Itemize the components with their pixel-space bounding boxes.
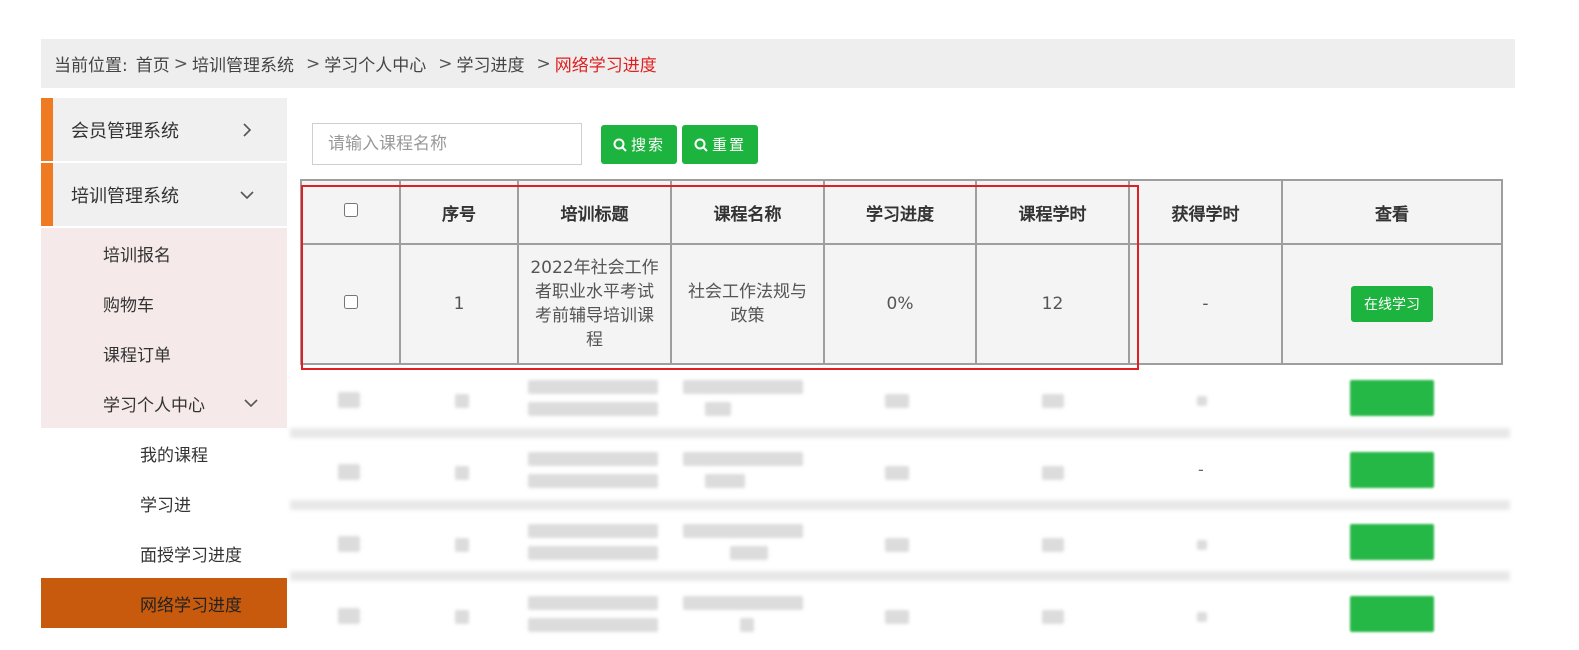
header-earned-hours: 获得学时 [1128, 179, 1283, 245]
row-checkbox[interactable] [343, 295, 358, 309]
breadcrumb-training[interactable]: 培训管理系统 [192, 51, 294, 76]
row-progress: 0% [823, 243, 977, 365]
personal-center-submenu: 我的课程 学习进 面授学习进度 网络学习进度 [41, 428, 287, 628]
row-view-cell: 在线学习 [1281, 243, 1503, 365]
sidebar-item-offline-progress[interactable]: 面授学习进度 [41, 528, 287, 578]
sidebar-item-my-courses[interactable]: 我的课程 [41, 428, 287, 478]
header-view: 查看 [1281, 179, 1503, 245]
select-all-checkbox[interactable] [343, 203, 358, 217]
breadcrumb-current: 网络学习进度 [554, 56, 657, 76]
search-button[interactable]: 搜索 [601, 125, 677, 164]
row-index: 1 [399, 243, 519, 365]
breadcrumb: 当前位置: 首页 > 培训管理系统 > 学习个人中心 > 学习进度 > 网络学习… [41, 39, 1515, 88]
sidebar-item-label: 购物车 [103, 295, 154, 316]
sidebar-item-label: 培训管理系统 [71, 185, 179, 207]
chevron-down-icon [243, 395, 259, 411]
breadcrumb-sep: > [438, 53, 453, 74]
sidebar-item-label: 学习个人中心 [103, 395, 205, 416]
row-course-name: 社会工作法规与政策 [670, 243, 825, 365]
breadcrumb-home[interactable]: 首页 [136, 51, 170, 76]
sidebar: 会员管理系统 培训管理系统 培训报名 购物车 课程订单 学习个人中心 我的课程 … [41, 98, 287, 628]
breadcrumb-progress[interactable]: 学习进度 [456, 51, 524, 76]
chevron-down-icon [239, 187, 255, 203]
breadcrumb-sep: > [536, 53, 551, 74]
breadcrumb-sep: > [173, 53, 188, 74]
sidebar-item-online-progress[interactable]: 网络学习进度 [41, 578, 287, 628]
blurred-row [300, 588, 1500, 650]
blurred-rows: - [290, 366, 1510, 646]
table-row: 1 2022年社会工作者职业水平考试考前辅导培训课程 社会工作法规与政策 0% … [300, 243, 1503, 365]
sidebar-item-label: 会员管理系统 [71, 120, 179, 142]
search-button-label: 搜索 [630, 136, 665, 154]
chevron-right-icon [239, 122, 255, 138]
sidebar-item-label: 网络学习进度 [140, 595, 242, 616]
header-index: 序号 [399, 179, 519, 245]
row-course-hours: 12 [975, 243, 1130, 365]
sidebar-item-cart[interactable]: 购物车 [41, 278, 287, 328]
sidebar-item-member-system[interactable]: 会员管理系统 [41, 98, 287, 161]
course-search-input[interactable] [312, 123, 582, 165]
sidebar-item-label: 培训报名 [103, 245, 171, 266]
row-training-title: 2022年社会工作者职业水平考试考前辅导培训课程 [517, 243, 672, 365]
sidebar-item-personal-center[interactable]: 学习个人中心 [41, 378, 287, 428]
header-course-name: 课程名称 [670, 179, 825, 245]
breadcrumb-personal-center[interactable]: 学习个人中心 [324, 51, 426, 76]
header-course-hours: 课程学时 [975, 179, 1130, 245]
header-select-all [300, 179, 401, 245]
blurred-row [300, 516, 1500, 578]
blurred-earned-dash: - [1198, 460, 1204, 479]
row-select-cell [300, 243, 401, 365]
sidebar-item-label: 面授学习进度 [140, 545, 242, 566]
sidebar-item-label: 学习进 [140, 495, 191, 516]
reset-button-label: 重置 [711, 136, 746, 154]
search-icon [613, 138, 627, 152]
header-progress: 学习进度 [823, 179, 977, 245]
header-training-title: 培训标题 [517, 179, 672, 245]
online-study-button[interactable]: 在线学习 [1351, 286, 1433, 322]
table-header-row: 序号 培训标题 课程名称 学习进度 课程学时 获得学时 查看 [300, 179, 1503, 245]
sidebar-item-registration[interactable]: 培训报名 [41, 228, 287, 278]
sidebar-item-training-system[interactable]: 培训管理系统 [41, 163, 287, 226]
search-icon [694, 138, 708, 152]
breadcrumb-sep: > [305, 53, 321, 74]
blurred-row: - [300, 444, 1500, 506]
blurred-row [300, 372, 1500, 434]
row-earned-hours: - [1128, 243, 1283, 365]
progress-table: 序号 培训标题 课程名称 学习进度 课程学时 获得学时 查看 1 2022年社会… [300, 179, 1503, 365]
breadcrumb-prefix: 当前位置: [54, 56, 128, 76]
sidebar-item-study-progress[interactable]: 学习进 [41, 478, 287, 528]
training-submenu: 培训报名 购物车 课程订单 学习个人中心 [41, 228, 287, 428]
sidebar-item-label: 课程订单 [103, 345, 171, 366]
sidebar-item-label: 我的课程 [140, 445, 208, 466]
reset-button[interactable]: 重置 [682, 125, 758, 164]
sidebar-item-orders[interactable]: 课程订单 [41, 328, 287, 378]
